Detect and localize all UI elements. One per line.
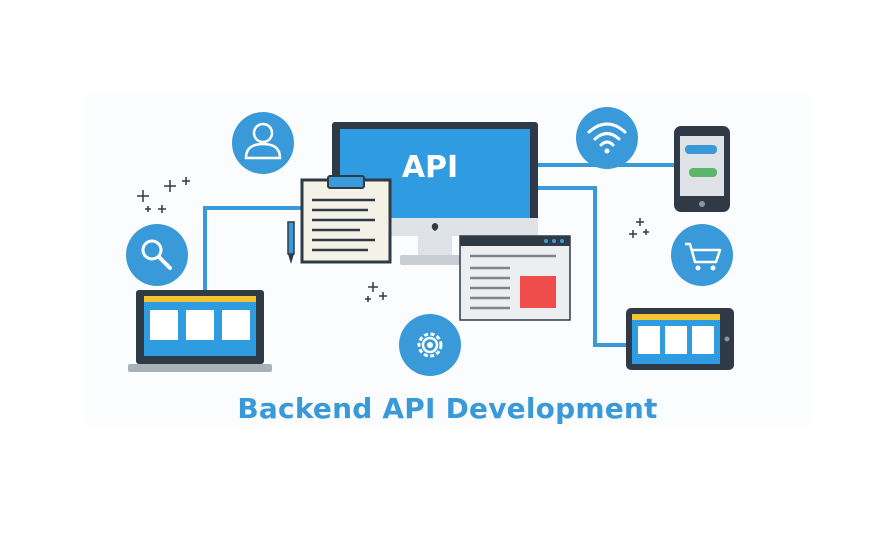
tablet bbox=[626, 308, 734, 370]
smartphone bbox=[674, 126, 730, 212]
monitor-api-label: API bbox=[401, 150, 459, 185]
page-caption: Backend API Development bbox=[237, 392, 658, 425]
search-icon bbox=[126, 224, 188, 286]
gear-icon bbox=[399, 314, 461, 376]
api-illustration bbox=[85, 95, 810, 425]
user-icon bbox=[232, 112, 294, 174]
cart-icon bbox=[671, 224, 733, 286]
browser-window bbox=[459, 235, 571, 321]
wifi-icon bbox=[576, 107, 638, 169]
clipboard-document bbox=[300, 175, 392, 264]
laptop bbox=[128, 290, 272, 372]
